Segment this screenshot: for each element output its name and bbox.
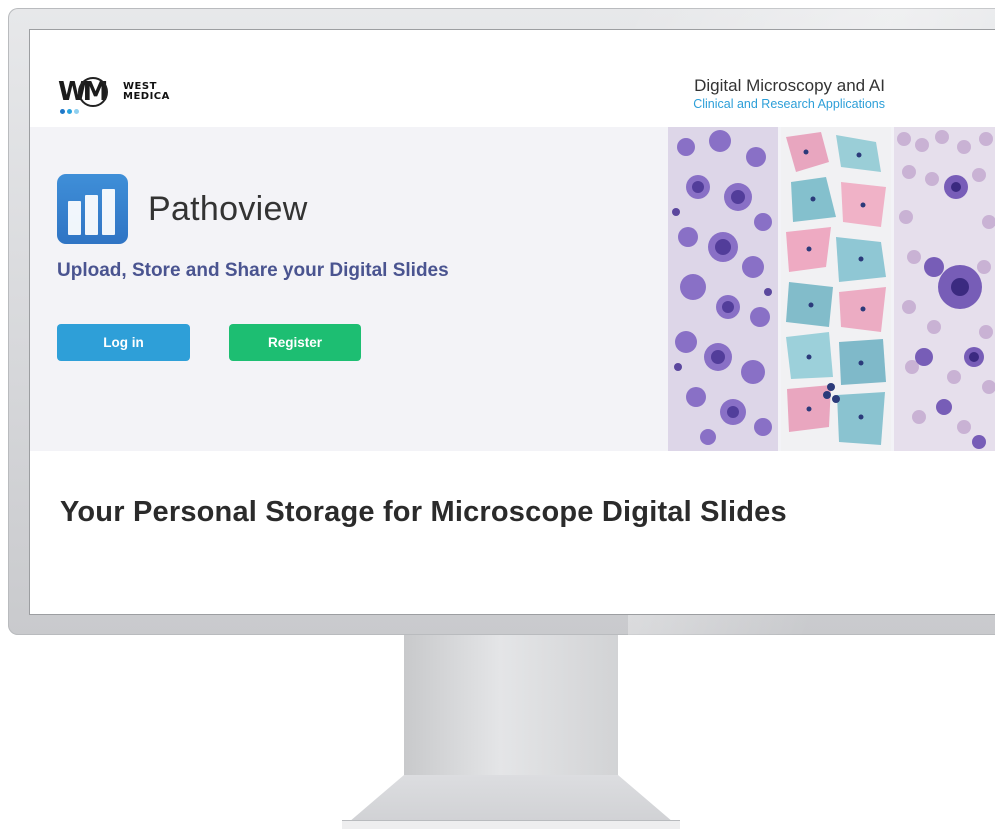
west-medica-logo[interactable]: WM WEST MEDICA <box>58 76 170 114</box>
brand-name-line2: MEDICA <box>123 91 170 102</box>
app-logo: Pathoview <box>57 174 308 244</box>
section-heading: Your Personal Storage for Microscope Dig… <box>60 496 787 528</box>
brand-name: WEST MEDICA <box>123 82 170 102</box>
microscopy-slide-image <box>894 127 995 451</box>
login-button[interactable]: Log in <box>57 324 190 361</box>
west-medica-logo-icon: WM <box>58 76 113 114</box>
microscopy-slide-image <box>668 127 778 451</box>
microscopy-slide-image <box>781 127 891 451</box>
hero-section: Pathoview Upload, Store and Share your D… <box>30 127 995 451</box>
microscopy-image-strip <box>668 127 995 451</box>
monitor-stand-neck <box>404 635 618 775</box>
app-name: Pathoview <box>148 189 308 228</box>
site-header: WM WEST MEDICA Digital Microscopy and AI… <box>30 30 995 127</box>
hero-tagline: Upload, Store and Share your Digital Sli… <box>57 260 449 281</box>
screen: WM WEST MEDICA Digital Microscopy and AI… <box>30 30 995 614</box>
pathoview-app-icon <box>57 174 128 244</box>
register-button[interactable]: Register <box>229 324 361 361</box>
header-subtitle: Clinical and Research Applications <box>693 97 885 111</box>
header-title-block: Digital Microscopy and AI Clinical and R… <box>693 76 885 113</box>
header-title: Digital Microscopy and AI <box>694 76 885 95</box>
